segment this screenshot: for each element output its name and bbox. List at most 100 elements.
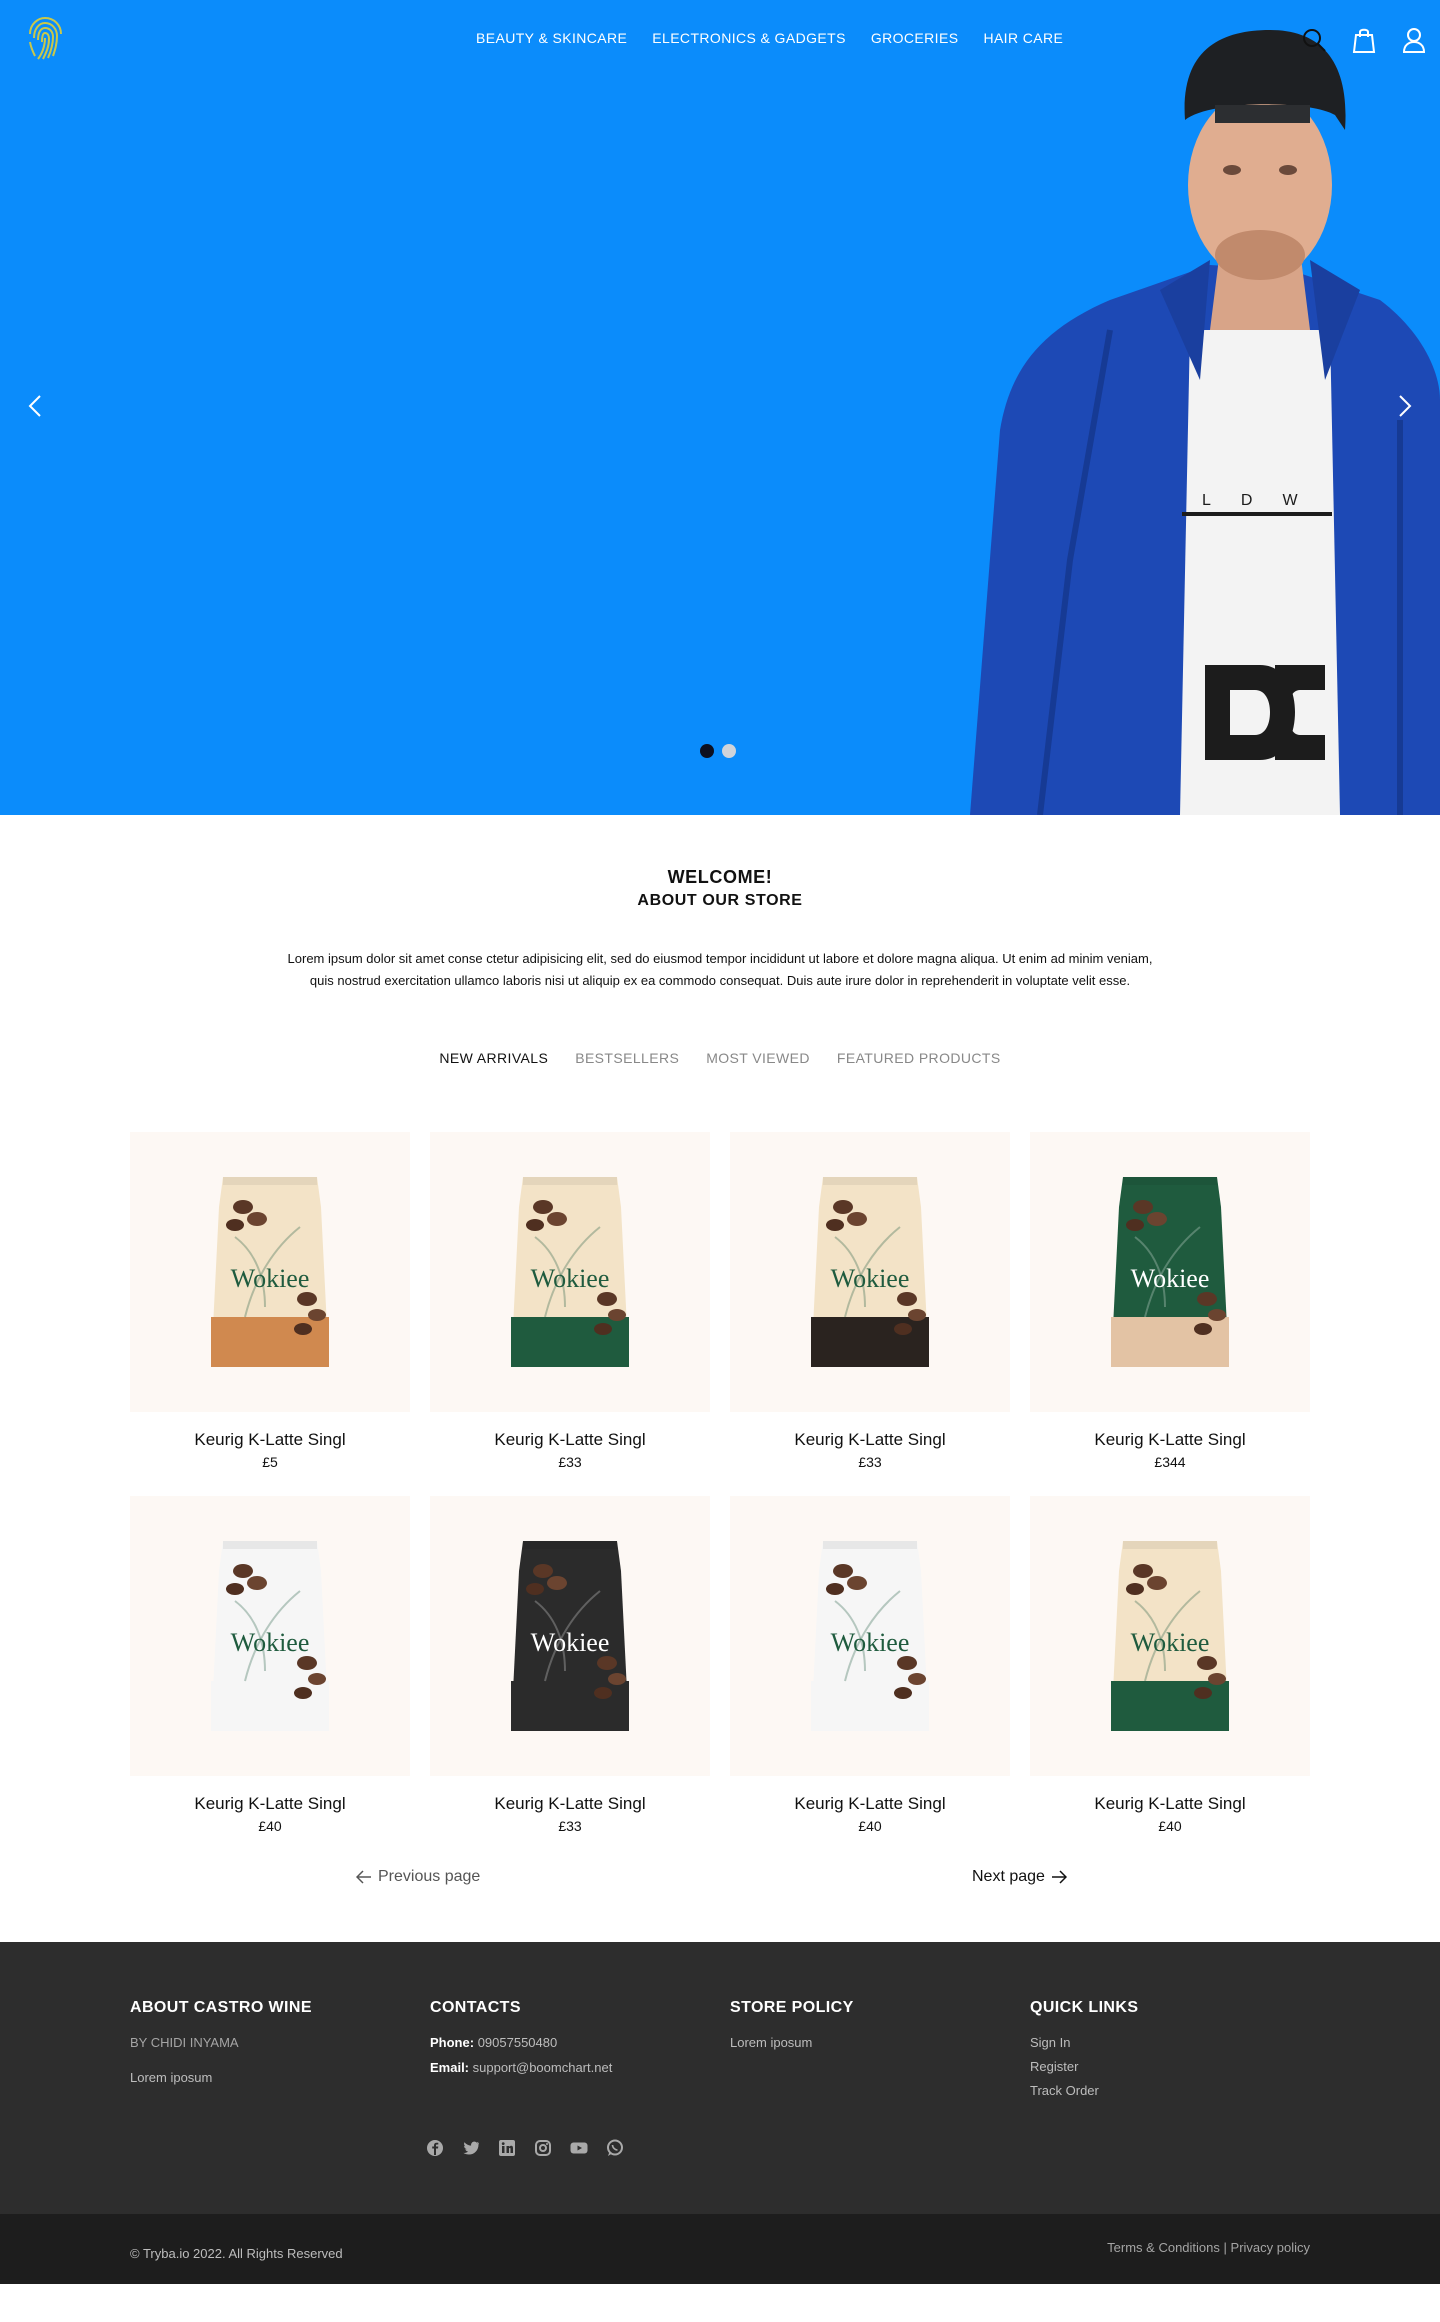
svg-text:Wokiee: Wokiee	[831, 1628, 910, 1657]
welcome-subtitle: ABOUT OUR STORE	[637, 892, 803, 909]
product-name[interactable]: Keurig K-Latte Singl	[430, 1794, 710, 1814]
hero-banner: BEAUTY & SKINCARE ELECTRONICS & GADGETS …	[0, 0, 1440, 815]
slider-dots	[700, 744, 736, 758]
footer-bottom-bar: © Tryba.io 2022. All Rights Reserved Ter…	[0, 2214, 1440, 2284]
product-card[interactable]: Wokiee Keurig K-Latte Singl £40	[130, 1496, 410, 1834]
product-price: £40	[858, 1818, 882, 1834]
social-links	[425, 2138, 625, 2158]
twitter-icon[interactable]	[461, 2138, 481, 2158]
footer-quick-links: QUICK LINKS Sign In Register Track Order	[1030, 1999, 1330, 2098]
facebook-icon[interactable]	[425, 2138, 445, 2158]
slider-dot-1[interactable]	[700, 744, 714, 758]
email-label: Email:	[430, 2060, 470, 2075]
whatsapp-icon[interactable]	[605, 2138, 625, 2158]
product-name[interactable]: Keurig K-Latte Singl	[1030, 1794, 1310, 1814]
coffee-bag-image: Wokiee	[811, 1177, 929, 1367]
svg-text:Wokiee: Wokiee	[531, 1264, 610, 1293]
phone-value[interactable]: 09057550480	[478, 2035, 558, 2050]
product-name[interactable]: Keurig K-Latte Singl	[730, 1794, 1010, 1814]
welcome-title: WELCOME!	[667, 867, 773, 887]
search-icon[interactable]	[1300, 26, 1328, 54]
terms-link[interactable]: Terms & Conditions	[1107, 2240, 1220, 2255]
svg-text:Wokiee: Wokiee	[1131, 1264, 1210, 1293]
linkedin-icon[interactable]	[497, 2138, 517, 2158]
footer-email: Email: support@boomchart.net	[430, 2060, 730, 2075]
product-card[interactable]: Wokiee Keurig K-Latte Singl £5	[130, 1132, 410, 1470]
product-price: £33	[558, 1454, 582, 1470]
nav-groceries[interactable]: GROCERIES	[871, 30, 959, 46]
product-card[interactable]: Wokiee Keurig K-Latte Singl £33	[430, 1132, 710, 1470]
pagination: Previous page Next page	[130, 1868, 1310, 1898]
product-tabs: NEW ARRIVALS BESTSELLERS MOST VIEWED FEA…	[0, 1050, 1440, 1066]
coffee-bag-image: Wokiee	[1111, 1177, 1229, 1367]
product-name[interactable]: Keurig K-Latte Singl	[730, 1430, 1010, 1450]
previous-page-link[interactable]: Previous page	[356, 1868, 480, 1886]
coffee-bag-image: Wokiee	[511, 1541, 629, 1731]
instagram-icon[interactable]	[533, 2138, 553, 2158]
header-actions	[1300, 26, 1428, 54]
coffee-bag-image: Wokiee	[211, 1177, 329, 1367]
nav-beauty-skincare[interactable]: BEAUTY & SKINCARE	[476, 30, 627, 46]
product-card[interactable]: Wokiee Keurig K-Latte Singl £33	[430, 1496, 710, 1834]
slider-dot-2[interactable]	[722, 744, 736, 758]
user-icon[interactable]	[1400, 26, 1428, 54]
phone-label: Phone:	[430, 2035, 475, 2050]
slider-next-arrow-icon[interactable]	[1390, 392, 1418, 420]
coffee-bag-image: Wokiee	[211, 1541, 329, 1731]
product-image[interactable]: Wokiee	[1030, 1496, 1310, 1776]
copyright-text: © Tryba.io 2022. All Rights Reserved	[130, 2246, 343, 2261]
fingerprint-logo-icon[interactable]	[24, 14, 66, 62]
product-card[interactable]: Wokiee Keurig K-Latte Singl £40	[730, 1496, 1010, 1834]
product-image[interactable]: Wokiee	[1030, 1132, 1310, 1412]
hero-model-image: LDW	[970, 30, 1440, 815]
product-grid: Wokiee Keurig K-Latte Singl £5 Wokiee Keurig…	[130, 1132, 1310, 1834]
link-track-order[interactable]: Track Order	[1030, 2083, 1330, 2098]
welcome-body: Lorem ipsum dolor sit amet conse ctetur …	[287, 951, 1153, 988]
footer-policy-title: STORE POLICY	[730, 1999, 854, 2016]
product-name[interactable]: Keurig K-Latte Singl	[1030, 1430, 1310, 1450]
product-image[interactable]: Wokiee	[130, 1132, 410, 1412]
product-price: £40	[1158, 1818, 1182, 1834]
product-name[interactable]: Keurig K-Latte Singl	[130, 1794, 410, 1814]
svg-text:Wokiee: Wokiee	[831, 1264, 910, 1293]
footer-about: ABOUT CASTRO WINE BY CHIDI INYAMA Lorem …	[130, 1999, 430, 2098]
footer-contacts-title: CONTACTS	[430, 1999, 521, 2016]
footer-phone: Phone: 09057550480	[430, 2035, 730, 2050]
previous-page-label: Previous page	[378, 1868, 481, 1885]
product-image[interactable]: Wokiee	[430, 1496, 710, 1776]
next-page-link[interactable]: Next page	[972, 1868, 1067, 1886]
svg-text:Wokiee: Wokiee	[531, 1628, 610, 1657]
product-price: £33	[858, 1454, 882, 1470]
svg-text:Wokiee: Wokiee	[231, 1264, 310, 1293]
privacy-link[interactable]: Privacy policy	[1231, 2240, 1310, 2255]
slider-prev-arrow-icon[interactable]	[22, 392, 50, 420]
youtube-icon[interactable]	[569, 2138, 589, 2158]
tab-most-viewed[interactable]: MOST VIEWED	[706, 1050, 810, 1066]
tab-bestsellers[interactable]: BESTSELLERS	[575, 1050, 679, 1066]
product-name[interactable]: Keurig K-Latte Singl	[430, 1430, 710, 1450]
tab-new-arrivals[interactable]: NEW ARRIVALS	[439, 1050, 548, 1066]
product-card[interactable]: Wokiee Keurig K-Latte Singl £33	[730, 1132, 1010, 1470]
arrow-left-icon	[356, 1870, 371, 1884]
svg-text:LDW: LDW	[1202, 492, 1328, 509]
link-sign-in[interactable]: Sign In	[1030, 2035, 1330, 2050]
cart-icon[interactable]	[1350, 26, 1378, 54]
link-register[interactable]: Register	[1030, 2059, 1330, 2074]
product-card[interactable]: Wokiee Keurig K-Latte Singl £344	[1030, 1132, 1310, 1470]
product-image[interactable]: Wokiee	[730, 1132, 1010, 1412]
arrow-right-icon	[1051, 1870, 1067, 1884]
product-price: £344	[1154, 1454, 1186, 1470]
footer: ABOUT CASTRO WINE BY CHIDI INYAMA Lorem …	[0, 1942, 1440, 2214]
tab-featured-products[interactable]: FEATURED PRODUCTS	[837, 1050, 1001, 1066]
nav-electronics-gadgets[interactable]: ELECTRONICS & GADGETS	[652, 30, 846, 46]
email-value[interactable]: support@boomchart.net	[473, 2060, 613, 2075]
product-image[interactable]: Wokiee	[130, 1496, 410, 1776]
product-card[interactable]: Wokiee Keurig K-Latte Singl £40	[1030, 1496, 1310, 1834]
legal-links: Terms & Conditions | Privacy policy	[1107, 2240, 1310, 2255]
svg-text:Wokiee: Wokiee	[231, 1628, 310, 1657]
product-image[interactable]: Wokiee	[730, 1496, 1010, 1776]
product-image[interactable]: Wokiee	[430, 1132, 710, 1412]
product-name[interactable]: Keurig K-Latte Singl	[130, 1430, 410, 1450]
footer-about-byline: BY CHIDI INYAMA	[130, 2035, 239, 2050]
footer-policy: STORE POLICY Lorem iposum	[730, 1999, 1030, 2098]
